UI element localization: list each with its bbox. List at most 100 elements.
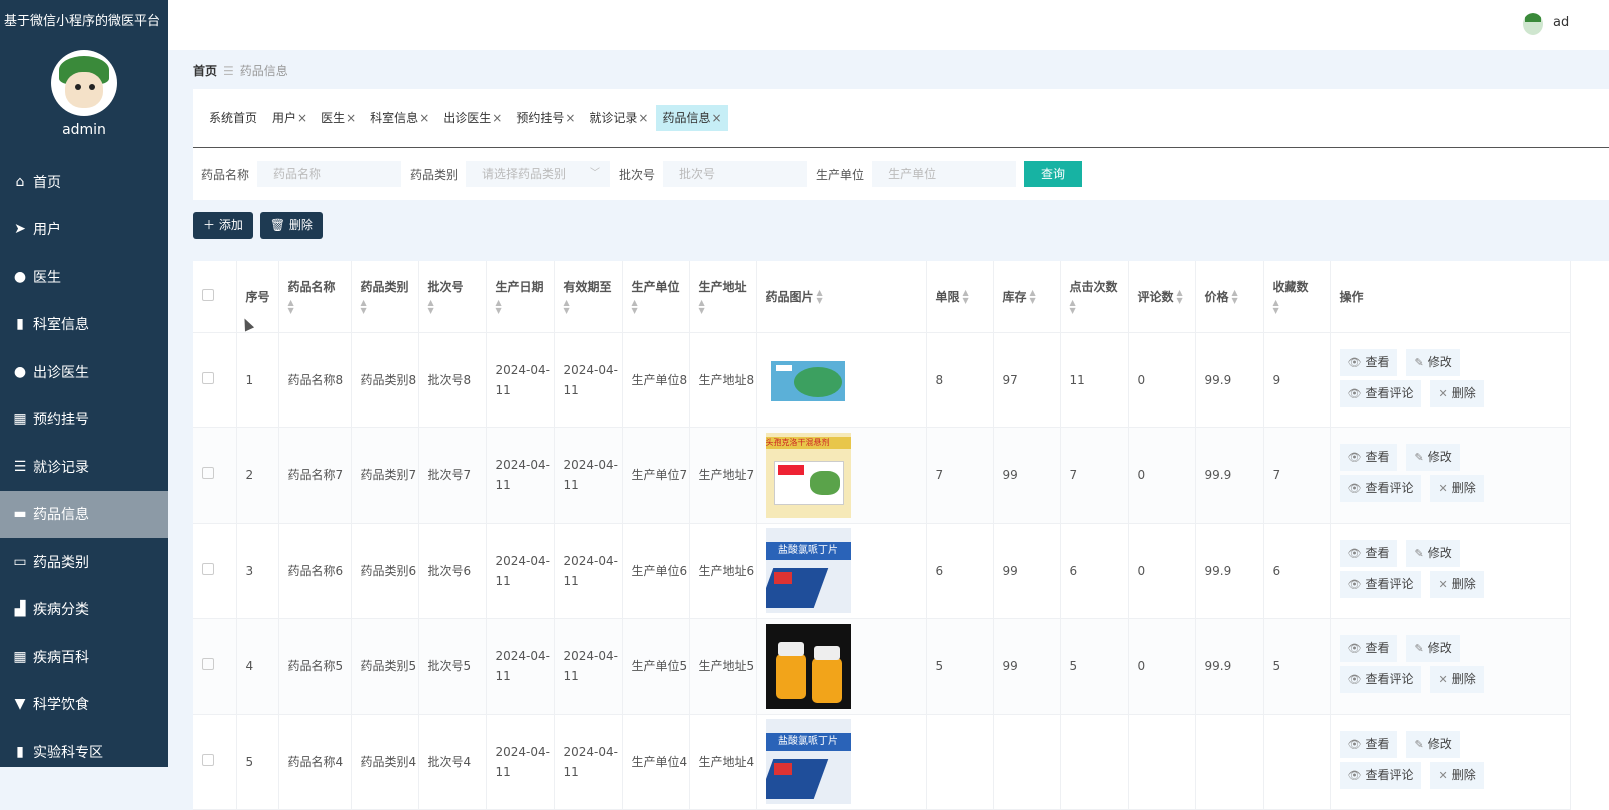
tab-2[interactable]: 医生× <box>315 105 362 131</box>
sidebar-item-5[interactable]: ▦ 预约挂号 <box>0 396 168 444</box>
close-icon[interactable]: × <box>638 111 648 125</box>
query-button[interactable]: 查询 <box>1024 161 1083 187</box>
row-checkbox[interactable] <box>202 658 214 671</box>
close-icon[interactable]: × <box>565 111 575 125</box>
avatar[interactable] <box>51 50 117 116</box>
drug-type-select[interactable]: 请选择药品类别 ﹀ <box>466 161 611 187</box>
sidebar-item-9[interactable]: ▟ 疾病分类 <box>0 586 168 634</box>
sidebar-item-7[interactable]: ▬ 药品信息 <box>0 490 168 538</box>
row-checkbox[interactable] <box>202 371 214 384</box>
unit-input[interactable]: 生产单位 <box>872 161 1017 187</box>
select-all-checkbox[interactable] <box>202 288 214 301</box>
sort-icon[interactable]: ▲ ▼ <box>564 298 622 315</box>
view-button[interactable]: 👁 查看 <box>1339 635 1398 663</box>
tab-3[interactable]: 科室信息× <box>364 105 435 131</box>
edit-button[interactable]: ✎ 修改 <box>1406 635 1460 663</box>
user-avatar-icon[interactable] <box>1523 13 1543 35</box>
column-header[interactable]: 收藏数 ▲ ▼ <box>1263 261 1331 333</box>
row-delete-button[interactable]: ✕ 删除 <box>1430 379 1484 407</box>
column-header[interactable]: 价格 ▲ ▼ <box>1195 261 1264 333</box>
sidebar-item-10[interactable]: ▦ 疾病百科 <box>0 633 168 681</box>
row-delete-button[interactable]: ✕ 删除 <box>1430 475 1484 503</box>
edit-button[interactable]: ✎ 修改 <box>1406 444 1460 472</box>
tab-0[interactable]: 系统首页 <box>203 105 264 131</box>
column-header[interactable]: 生产单位 ▲ ▼ <box>622 261 690 333</box>
view-comments-button[interactable]: 👁 查看评论 <box>1339 570 1422 598</box>
close-icon[interactable]: × <box>712 111 722 125</box>
tab-6[interactable]: 就诊记录× <box>583 105 654 131</box>
sort-icon[interactable]: ▲ ▼ <box>963 289 969 305</box>
sidebar-item-6[interactable]: ☰ 就诊记录 <box>0 443 168 491</box>
row-checkbox[interactable] <box>202 562 214 575</box>
view-comments-button[interactable]: 👁 查看评论 <box>1339 666 1422 694</box>
close-icon[interactable]: × <box>297 111 307 125</box>
column-header[interactable]: 库存 ▲ ▼ <box>993 261 1061 333</box>
sidebar-item-0[interactable]: ⌂ 首页 <box>0 158 168 206</box>
sort-icon[interactable]: ▲ ▼ <box>817 289 823 305</box>
sidebar-item-2[interactable]: ● 医生 <box>0 253 168 301</box>
view-comments-button[interactable]: 👁 查看评论 <box>1339 475 1422 503</box>
sort-icon[interactable]: ▲ ▼ <box>699 298 756 315</box>
sidebar-item-11[interactable]: ▼ 科学饮食 <box>0 681 168 729</box>
tab-1[interactable]: 用户× <box>266 105 313 131</box>
view-button[interactable]: 👁 查看 <box>1339 539 1398 567</box>
edit-button[interactable]: ✎ 修改 <box>1406 539 1460 567</box>
close-icon[interactable]: × <box>419 111 429 125</box>
sidebar-item-label: 医生 <box>33 269 61 286</box>
add-button[interactable]: ＋ 添加 <box>193 212 253 239</box>
medicine-box-yellow-image[interactable]: 头孢克洛干混悬剂 <box>765 432 926 518</box>
view-button[interactable]: 👁 查看 <box>1339 348 1398 376</box>
batch-input[interactable]: 批次号 <box>663 161 808 187</box>
column-header[interactable]: 点击次数 ▲ ▼ <box>1060 261 1129 333</box>
column-header[interactable]: 药品图片 ▲ ▼ <box>756 261 927 333</box>
view-comments-button[interactable]: 👁 查看评论 <box>1339 379 1422 407</box>
sort-icon[interactable]: ▲ ▼ <box>288 298 351 315</box>
view-button[interactable]: 👁 查看 <box>1339 730 1398 758</box>
medicine-box-blue-image[interactable]: 盐酸氯哌丁片 <box>765 528 926 614</box>
sort-icon[interactable]: ▲ ▼ <box>361 298 418 315</box>
sidebar-item-12[interactable]: ▮ 实验科专区 <box>0 728 168 767</box>
tab-7[interactable]: 药品信息× <box>656 105 728 131</box>
medicine-box-green-image[interactable] <box>765 337 926 423</box>
tab-5[interactable]: 预约挂号× <box>510 105 581 131</box>
column-header[interactable]: 有效期至 ▲ ▼ <box>554 261 623 333</box>
tab-4[interactable]: 出诊医生× <box>437 105 508 131</box>
sidebar-item-4[interactable]: ● 出诊医生 <box>0 348 168 396</box>
sidebar-item-label: 科学饮食 <box>33 697 89 714</box>
edit-button[interactable]: ✎ 修改 <box>1406 730 1460 758</box>
row-delete-button[interactable]: ✕ 删除 <box>1430 761 1484 789</box>
column-header[interactable]: 评论数 ▲ ▼ <box>1128 261 1196 333</box>
close-icon[interactable]: × <box>346 111 356 125</box>
delete-button[interactable]: 🗑 删除 <box>259 212 323 239</box>
edit-button[interactable]: ✎ 修改 <box>1406 348 1460 376</box>
row-delete-button[interactable]: ✕ 删除 <box>1430 666 1484 694</box>
sidebar-item-8[interactable]: ▭ 药品类别 <box>0 538 168 586</box>
close-icon[interactable]: × <box>492 111 502 125</box>
sort-icon[interactable]: ▲ ▼ <box>496 298 554 315</box>
view-comments-button[interactable]: 👁 查看评论 <box>1339 761 1422 789</box>
view-button[interactable]: 👁 查看 <box>1339 444 1398 472</box>
column-header[interactable]: 生产日期 ▲ ▼ <box>486 261 555 333</box>
sidebar-item-3[interactable]: ▮ 科室信息 <box>0 301 168 349</box>
sort-icon[interactable]: ▲ ▼ <box>428 298 486 315</box>
top-username[interactable]: ad <box>1553 15 1609 30</box>
column-header[interactable]: 药品类别 ▲ ▼ <box>351 261 419 333</box>
column-header[interactable]: 生产地址 ▲ ▼ <box>689 261 757 333</box>
medicine-bottles-image[interactable] <box>765 623 926 709</box>
sort-icon[interactable]: ▲ ▼ <box>632 298 689 315</box>
medicine-box-blue-image[interactable]: 盐酸氯哌丁片 <box>765 719 926 805</box>
column-header[interactable]: 批次号 ▲ ▼ <box>418 261 487 333</box>
sort-icon[interactable]: ▲ ▼ <box>1232 289 1238 305</box>
row-delete-button[interactable]: ✕ 删除 <box>1430 570 1484 598</box>
sort-icon[interactable]: ▲ ▼ <box>1030 289 1036 305</box>
sidebar-item-1[interactable]: ➤ 用户 <box>0 206 168 254</box>
drug-name-input[interactable]: 药品名称 <box>257 161 402 187</box>
row-checkbox[interactable] <box>202 753 214 766</box>
breadcrumb-home[interactable]: 首页 <box>193 64 217 78</box>
sort-icon[interactable]: ▲ ▼ <box>1070 298 1128 315</box>
sort-icon[interactable]: ▲ ▼ <box>1273 298 1330 315</box>
column-header[interactable]: 单限 ▲ ▼ <box>926 261 994 333</box>
sort-icon[interactable]: ▲ ▼ <box>1177 289 1183 305</box>
column-header[interactable]: 药品名称 ▲ ▼ <box>278 261 352 333</box>
row-checkbox[interactable] <box>202 467 214 480</box>
